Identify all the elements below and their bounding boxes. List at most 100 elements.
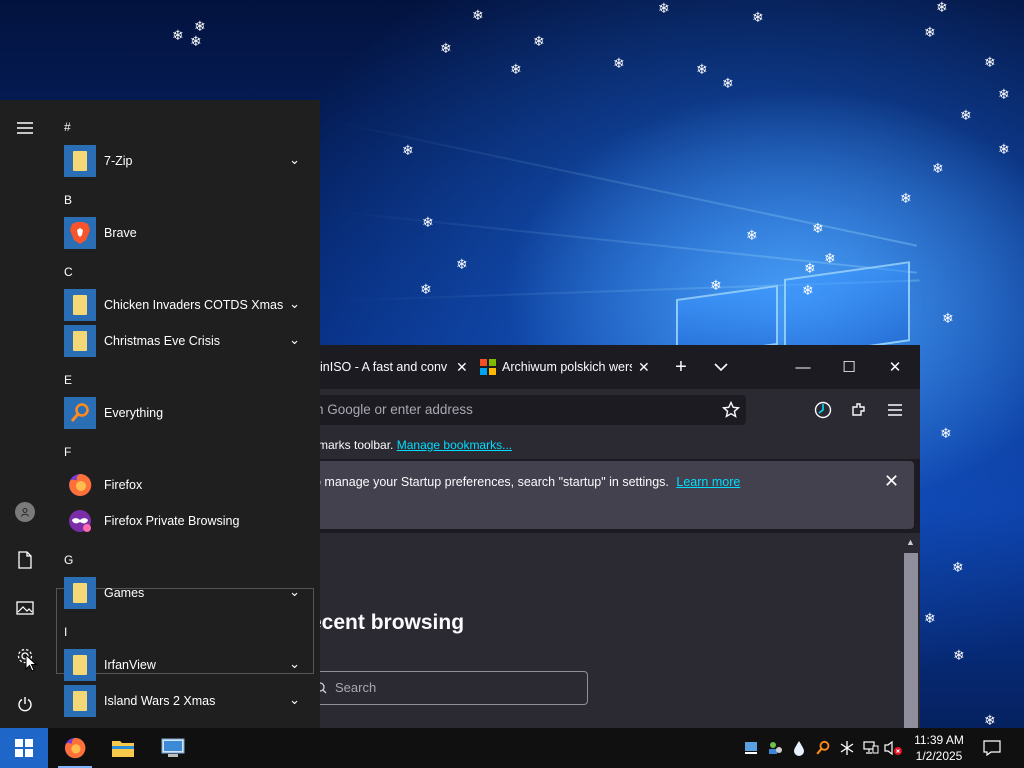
taskbar-clock[interactable]: 11:39 AM 1/2/2025 [906, 732, 972, 764]
app-item-irfanview[interactable]: IrfanView ⌄ [56, 648, 308, 684]
app-item-brave[interactable]: Brave [56, 216, 308, 252]
taskbar-firefox[interactable] [52, 728, 98, 768]
snowflake-icon: ❄ [940, 426, 952, 442]
letter-header[interactable]: G [64, 553, 73, 567]
app-item-games[interactable]: Games ⌄ [56, 576, 308, 612]
taskbar-app-control-panel[interactable] [148, 728, 198, 768]
app-item-island-wars[interactable]: Island Wars 2 Xmas ⌄ [56, 684, 308, 720]
firefox-window: inISO - A fast and conv ✕ Archiwum polsk… [302, 345, 920, 728]
list-all-tabs-button[interactable] [698, 353, 744, 381]
app-name: 7-Zip [104, 154, 133, 168]
folder-icon [64, 577, 96, 609]
action-center-icon[interactable] [982, 738, 1002, 758]
chevron-down-icon: ⌄ [289, 296, 300, 311]
app-name: Chicken Invaders COTDS Xmas [104, 298, 284, 312]
expand-menu-button[interactable] [0, 106, 50, 150]
navigation-toolbar: n Google or enter address [302, 389, 920, 431]
extensions-icon[interactable] [848, 399, 870, 421]
network-icon[interactable] [862, 738, 880, 758]
snowflake-icon: ❄ [194, 19, 206, 35]
close-tab-icon[interactable]: ✕ [638, 359, 650, 376]
letter-header[interactable]: B [64, 193, 72, 207]
letter-header[interactable]: F [64, 445, 71, 459]
snowflake-icon: ❄ [510, 62, 522, 78]
clock-time: 11:39 AM [914, 733, 964, 747]
water-drop-icon[interactable] [790, 738, 808, 758]
snowflake-tray-icon[interactable] [838, 738, 856, 758]
app-menu-icon[interactable] [884, 399, 906, 421]
app-item-firefox-private[interactable]: Firefox Private Browsing [56, 504, 308, 540]
snowflake-icon: ❄ [924, 25, 936, 41]
search-everything-tray-icon[interactable] [814, 738, 832, 758]
learn-more-link[interactable]: Learn more [676, 475, 740, 489]
scroll-up-arrow-icon[interactable]: ▲ [906, 537, 915, 547]
user-account-button[interactable] [0, 490, 50, 534]
snowflake-icon: ❄ [824, 251, 836, 267]
chevron-down-icon: ⌄ [289, 692, 300, 707]
snowflake-icon: ❄ [472, 8, 484, 24]
snowflake-icon: ❄ [710, 278, 722, 294]
app-item-7zip[interactable]: 7-Zip ⌄ [56, 144, 308, 180]
firefox-view-icon[interactable] [812, 399, 834, 421]
scrollbar[interactable]: ▲ [902, 533, 920, 728]
documents-button[interactable] [0, 538, 50, 582]
chevron-down-icon: ⌄ [289, 584, 300, 599]
notice-text: o manage your Startup preferences, searc… [314, 475, 669, 489]
app-item-firefox[interactable]: Firefox [56, 468, 308, 504]
power-button[interactable] [0, 682, 50, 726]
app-item-christmas-eve-crisis[interactable]: Christmas Eve Crisis ⌄ [56, 324, 308, 360]
url-bar[interactable]: n Google or enter address [302, 395, 746, 425]
close-window-button[interactable]: ✕ [872, 353, 918, 381]
snowflake-icon: ❄ [802, 283, 814, 299]
folder-icon [64, 145, 96, 177]
snowflake-icon: ❄ [936, 0, 948, 16]
maximize-button[interactable]: ☐ [826, 353, 872, 381]
tab-winiso[interactable]: inISO - A fast and conv ✕ [320, 351, 468, 383]
snowflake-icon: ❄ [998, 87, 1010, 103]
volume-muted-icon[interactable] [884, 738, 902, 758]
snowflake-icon: ❄ [172, 28, 184, 44]
minimize-button[interactable]: — [780, 353, 826, 381]
folder-icon [64, 325, 96, 357]
snowflake-icon: ❄ [924, 611, 936, 627]
microsoft-logo-icon [480, 359, 496, 375]
snowflake-icon: ❄ [984, 713, 996, 728]
tab-bar: inISO - A fast and conv ✕ Archiwum polsk… [302, 345, 920, 389]
snowflake-icon: ❄ [804, 261, 816, 277]
snowflake-icon: ❄ [190, 34, 202, 50]
tab-archiwum[interactable]: Archiwum polskich wersj ✕ [480, 351, 650, 383]
folder-icon [64, 685, 96, 717]
tray-network-user-icon[interactable] [766, 738, 784, 758]
search-input[interactable]: Search [302, 671, 588, 705]
everything-search-icon [64, 397, 96, 429]
app-name: IrfanView [104, 658, 156, 672]
start-button[interactable] [0, 728, 48, 768]
snowflake-icon: ❄ [533, 34, 545, 50]
app-name: Firefox [104, 478, 143, 492]
letter-header[interactable]: # [64, 120, 71, 134]
file-explorer-icon [112, 741, 134, 757]
app-item-everything[interactable]: Everything [56, 396, 308, 432]
start-menu: # B C E F G I 7-Zip ⌄ Brave Chicken Inva… [0, 100, 320, 728]
pictures-button[interactable] [0, 586, 50, 630]
user-icon [15, 502, 35, 522]
snowflake-icon: ❄ [960, 108, 972, 124]
bookmarks-toolbar: marks toolbar. Manage bookmarks... [302, 431, 920, 459]
app-item-chicken-invaders[interactable]: Chicken Invaders COTDS Xmas ⌄ [56, 288, 308, 324]
scrollbar-thumb[interactable] [904, 553, 918, 728]
manage-bookmarks-link[interactable]: Manage bookmarks... [397, 438, 512, 452]
letter-header[interactable]: C [64, 265, 73, 279]
letter-header[interactable]: E [64, 373, 72, 387]
snowflake-icon: ❄ [984, 55, 996, 71]
chevron-down-icon [714, 363, 728, 372]
taskbar-file-explorer[interactable] [100, 728, 146, 768]
tray-app-icon[interactable] [742, 738, 760, 758]
close-notice-button[interactable]: ✕ [884, 471, 899, 492]
snowflake-icon: ❄ [752, 10, 764, 26]
firefox-private-icon [64, 505, 96, 537]
bookmark-star-icon[interactable] [720, 399, 742, 421]
snowflake-icon: ❄ [953, 648, 965, 664]
close-tab-icon[interactable]: ✕ [456, 359, 468, 376]
chevron-down-icon: ⌄ [289, 152, 300, 167]
app-name: Brave [104, 226, 137, 240]
